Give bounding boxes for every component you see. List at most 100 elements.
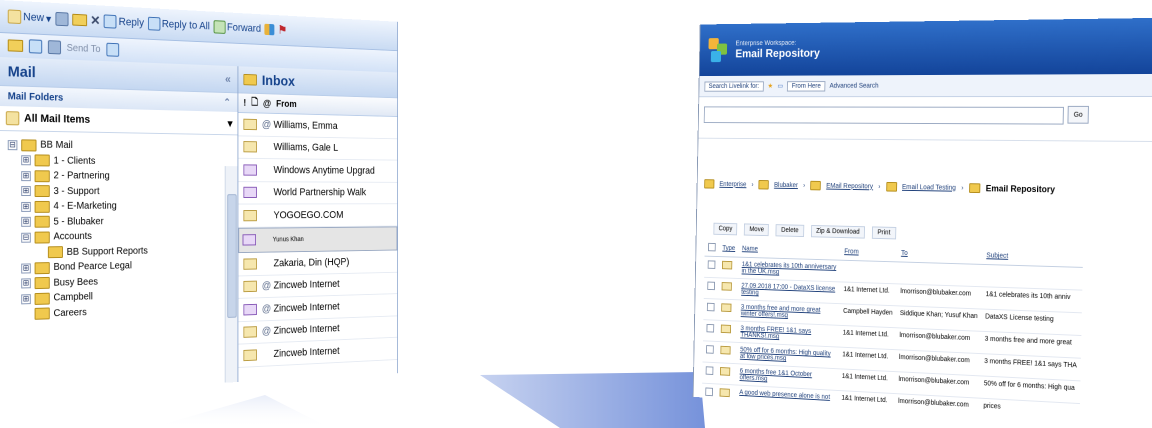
column-header-from[interactable]: From: [840, 243, 898, 262]
tool-button-copy[interactable]: Copy: [713, 222, 738, 235]
breadcrumb-separator: ›: [878, 183, 881, 190]
message-from: Zincweb Internet: [273, 278, 340, 292]
column-header-type[interactable]: Type: [718, 240, 739, 258]
breadcrumb-link[interactable]: EMail Repository: [826, 182, 873, 189]
collapse-pane-button[interactable]: «: [225, 72, 231, 85]
print-icon[interactable]: [54, 11, 69, 27]
expand-icon[interactable]: ⊞: [21, 201, 31, 212]
find-icon[interactable]: [28, 39, 43, 54]
row-checkbox[interactable]: [702, 340, 718, 363]
breadcrumb-link[interactable]: Blubaker: [774, 182, 798, 189]
folder-icon: [47, 246, 63, 259]
forward-icon: [213, 20, 226, 34]
expand-icon[interactable]: ⊞: [21, 155, 31, 166]
email-from: 1&1 Internet Ltd.: [837, 368, 896, 394]
row-checkbox[interactable]: [703, 277, 719, 300]
folder-label: BB Support Reports: [66, 245, 148, 258]
tool-button-zip-download[interactable]: Zip & Download: [810, 224, 866, 239]
mailbox-icon: [5, 111, 20, 126]
importance-column-icon[interactable]: !: [243, 98, 246, 108]
folder-icon: [34, 292, 50, 305]
tool-button-delete[interactable]: Delete: [775, 223, 805, 237]
email-from: [840, 260, 898, 284]
reply-button[interactable]: Reply: [104, 14, 144, 30]
folder-icon: [21, 139, 37, 152]
from-column-header[interactable]: From: [276, 99, 297, 110]
mail-folders-title: Mail Folders: [7, 90, 64, 104]
flag-icon[interactable]: ⚑: [278, 23, 288, 38]
forward-button[interactable]: Forward: [213, 20, 261, 35]
expand-icon[interactable]: ⊞: [21, 293, 31, 305]
ew-brand-subtitle: Enterprise Workspace:: [735, 39, 797, 47]
folder-item[interactable]: ⊞ 2 - Partnering: [8, 168, 238, 184]
scrollbar-thumb[interactable]: [227, 194, 237, 318]
folder-icon: [810, 180, 822, 191]
search-livelink-select[interactable]: Search Livelink for:: [704, 80, 764, 92]
folder-icon: [34, 261, 50, 275]
delete-icon[interactable]: ✕: [90, 13, 100, 29]
expand-icon[interactable]: ⊞: [21, 217, 31, 228]
ew-search-bar: Search Livelink for: ★ ▭ From Here Advan…: [699, 73, 1152, 98]
folder-item[interactable]: ⊞ 1 - Clients: [8, 153, 238, 170]
breadcrumb-link[interactable]: Email Load Testing: [902, 184, 956, 192]
folder-item[interactable]: ⊟ BB Mail: [7, 137, 238, 155]
move-to-folder-icon[interactable]: [71, 13, 87, 27]
folder-item[interactable]: ⊞ 4 - E-Marketing: [8, 199, 238, 215]
icon-column-icon[interactable]: 🗋: [251, 95, 258, 111]
search-input[interactable]: [703, 106, 1064, 125]
tool-button-print[interactable]: Print: [871, 225, 896, 239]
categorize-icon[interactable]: [264, 23, 275, 36]
row-checkbox[interactable]: [704, 256, 719, 278]
attachment-icon: @: [261, 325, 272, 338]
mail-envelope-icon: [243, 164, 257, 176]
message-row[interactable]: Yunus Khan: [238, 225, 398, 254]
folder-icon: [34, 277, 50, 290]
new-button[interactable]: New ▾: [7, 9, 51, 25]
email-to: [896, 261, 983, 287]
message-row[interactable]: Windows Anytime Upgrad: [238, 158, 398, 183]
row-checkbox[interactable]: [703, 298, 719, 321]
view-icon[interactable]: ▭: [777, 82, 783, 90]
address-book-icon[interactable]: [47, 40, 62, 55]
message-row[interactable]: YOGOEGO.COM: [238, 204, 398, 228]
folder-label: Bond Pearce Legal: [53, 260, 132, 273]
tool-button-move[interactable]: Move: [744, 222, 770, 236]
breadcrumb-separator: ›: [803, 182, 806, 189]
expand-icon[interactable]: ⊞: [21, 278, 31, 289]
expand-icon[interactable]: ⊞: [21, 186, 31, 197]
inbox-folder-icon: [243, 73, 257, 86]
folder-icon[interactable]: [7, 39, 24, 52]
advanced-search-link[interactable]: Advanced Search: [830, 82, 879, 89]
chevron-up-icon[interactable]: ⌃: [224, 97, 231, 108]
attachment-column-icon[interactable]: @: [263, 98, 271, 108]
send-to-button[interactable]: Send To: [67, 42, 101, 54]
star-icon[interactable]: ★: [768, 82, 774, 90]
search-scope-select[interactable]: From Here: [787, 80, 826, 92]
row-checkbox[interactable]: [702, 319, 718, 342]
breadcrumb-link[interactable]: Enterprise: [719, 181, 746, 188]
breadcrumb: Enterprise › Blubaker › EMail Repository › Ema…: [697, 174, 1152, 202]
message-from: Zincweb Internet: [273, 301, 340, 315]
collapse-icon[interactable]: ⊟: [7, 139, 18, 150]
folder-label: Careers: [53, 306, 87, 319]
message-row[interactable]: World Partnership Walk: [238, 181, 398, 205]
expand-icon[interactable]: ⊞: [21, 170, 31, 181]
folder-item[interactable]: ⊞ 3 - Support: [8, 184, 238, 199]
folder-icon: [34, 231, 50, 244]
collapse-icon[interactable]: ⊟: [21, 232, 31, 243]
row-checkbox[interactable]: [702, 361, 717, 384]
select-all-checkbox[interactable]: [704, 240, 720, 257]
folder-icon: [968, 183, 981, 194]
folder-tree-scrollbar[interactable]: [224, 166, 238, 383]
attachment-icon: @: [261, 280, 272, 292]
message-row[interactable]: @ Williams, Emma: [238, 112, 398, 139]
expand-icon[interactable]: ⊞: [21, 263, 31, 274]
folder-label: Accounts: [53, 231, 92, 243]
reply-all-button[interactable]: Reply to All: [147, 16, 210, 33]
mail-envelope-icon: [243, 141, 257, 153]
search-icon[interactable]: [105, 42, 119, 57]
go-button[interactable]: Go: [1067, 105, 1089, 124]
message-row[interactable]: Williams, Gale L: [238, 135, 398, 161]
folder-label: 3 - Support: [53, 185, 100, 197]
message-from: Zincweb Internet: [273, 323, 340, 337]
